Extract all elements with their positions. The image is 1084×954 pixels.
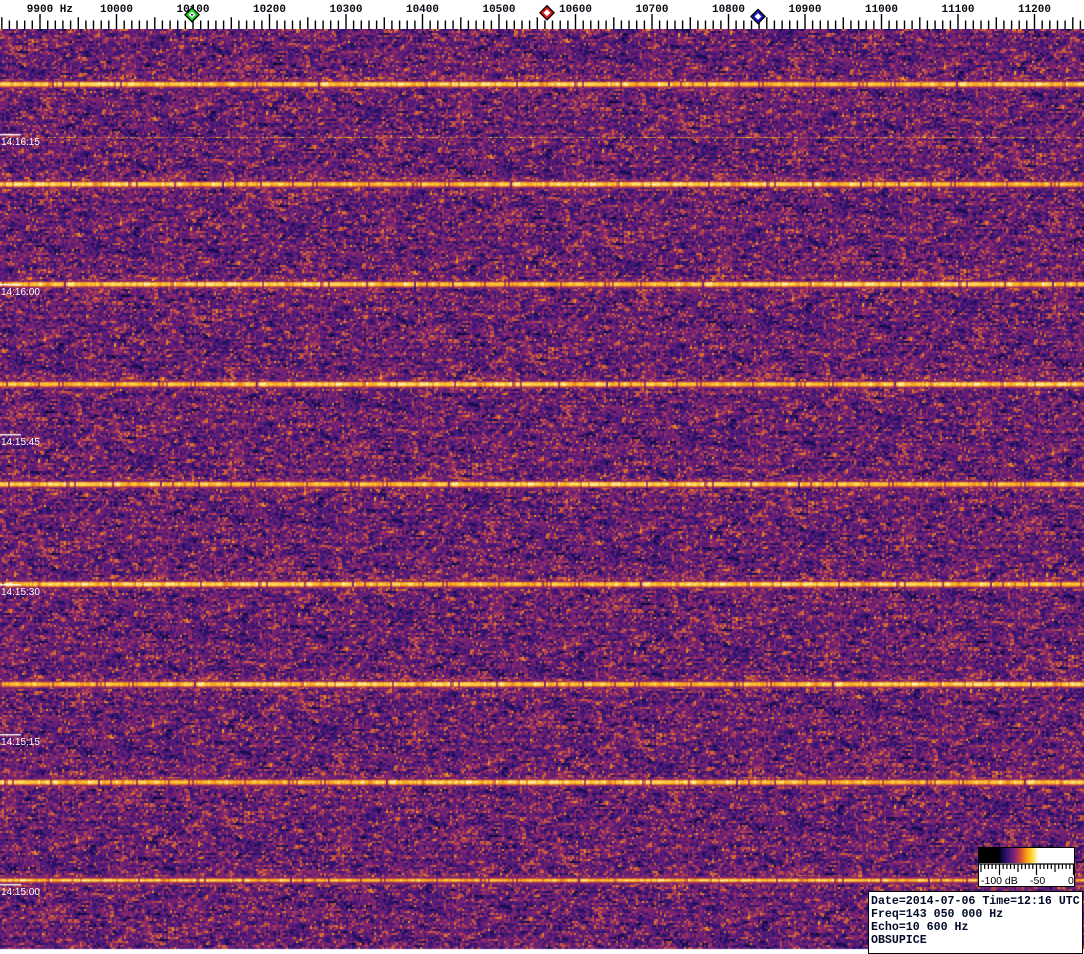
svg-text:11100: 11100 xyxy=(941,4,974,16)
svg-text:11200: 11200 xyxy=(1018,4,1051,16)
svg-text:10400: 10400 xyxy=(406,4,439,16)
svg-text:10800: 10800 xyxy=(712,4,745,16)
svg-text:10500: 10500 xyxy=(482,4,515,16)
svg-text:10200: 10200 xyxy=(253,4,286,16)
svg-text:10000: 10000 xyxy=(100,4,133,16)
svg-text:10900: 10900 xyxy=(788,4,821,16)
svg-text:9900 Hz: 9900 Hz xyxy=(27,4,73,16)
svg-text:10600: 10600 xyxy=(559,4,592,16)
svg-text:11000: 11000 xyxy=(865,4,898,16)
svg-text:10300: 10300 xyxy=(329,4,362,16)
svg-text:10700: 10700 xyxy=(635,4,668,16)
